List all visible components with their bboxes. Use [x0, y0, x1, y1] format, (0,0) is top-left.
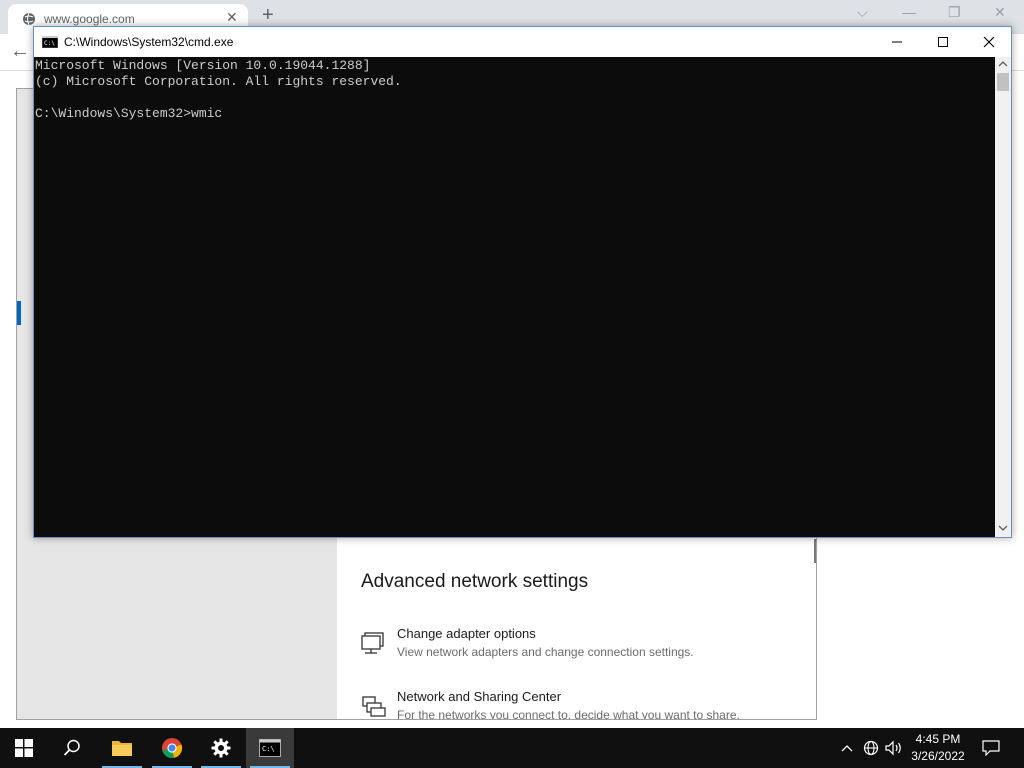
option-description: View network adapters and change connect…: [397, 645, 694, 659]
taskbar: C:\ 4:45 PM 3/26/2022: [0, 728, 1024, 768]
scroll-thumb[interactable]: [997, 73, 1009, 91]
option-description: For the networks you connect to, decide …: [397, 708, 740, 720]
globe-network-icon: [863, 740, 879, 756]
taskbar-chrome[interactable]: [148, 728, 196, 768]
scroll-up-arrow-icon[interactable]: [998, 59, 1008, 69]
console-line: Microsoft Windows [Version 10.0.19044.12…: [35, 58, 371, 73]
scroll-down-arrow-icon[interactable]: [998, 523, 1008, 533]
action-center-button[interactable]: [982, 738, 1000, 758]
clock-date: 3/26/2022: [911, 749, 965, 763]
taskbar-search-button[interactable]: [48, 728, 96, 768]
network-sharing-center-link[interactable]: Network and Sharing Center For the netwo…: [361, 689, 801, 720]
search-icon: [63, 739, 80, 756]
windows-logo-icon: [15, 739, 33, 757]
cmd-maximize-button[interactable]: [920, 27, 966, 57]
console-prompt-line: C:\Windows\System32>wmic: [35, 106, 223, 121]
cmd-minimize-button[interactable]: [874, 27, 920, 57]
browser-close-button[interactable]: ✕: [994, 4, 1006, 21]
tab-search-dropdown-icon[interactable]: ⌵: [857, 4, 868, 21]
console-output[interactable]: Microsoft Windows [Version 10.0.19044.12…: [34, 57, 995, 537]
minimize-icon: [892, 41, 902, 43]
cmd-close-button[interactable]: [966, 27, 1012, 57]
chrome-icon: [162, 738, 183, 759]
taskbar-settings[interactable]: [197, 728, 245, 768]
back-arrow-icon[interactable]: ←: [10, 40, 30, 63]
clock-time: 4:45 PM: [915, 732, 961, 746]
network-tray-button[interactable]: [862, 738, 880, 758]
new-tab-button[interactable]: +: [262, 4, 274, 27]
cmd-app-icon: C:\: [42, 36, 58, 48]
notification-icon: [982, 740, 1000, 756]
settings-gear-icon: [211, 738, 231, 758]
cmd-scrollbar[interactable]: [995, 57, 1011, 537]
browser-restore-button[interactable]: ❐: [948, 4, 961, 21]
tab-close-icon[interactable]: ✕: [226, 9, 238, 26]
change-adapter-options-link[interactable]: Change adapter options View network adap…: [361, 626, 801, 670]
maximize-icon: [938, 37, 948, 47]
option-title: Network and Sharing Center: [397, 689, 562, 704]
settings-scrollbar[interactable]: [814, 539, 816, 563]
option-title: Change adapter options: [397, 626, 536, 641]
section-title: Advanced network settings: [361, 571, 589, 592]
globe-icon: [23, 12, 35, 26]
start-button[interactable]: [0, 728, 48, 768]
nav-selection-indicator: [17, 301, 21, 325]
cmd-title-bar[interactable]: C:\ C:\Windows\System32\cmd.exe: [34, 27, 1011, 57]
browser-minimize-button[interactable]: —: [902, 4, 916, 20]
console-line: (c) Microsoft Corporation. All rights re…: [35, 74, 402, 89]
show-hidden-icons-button[interactable]: [838, 738, 856, 758]
svg-text:C:\: C:\: [44, 40, 55, 47]
cmd-window-title: C:\Windows\System32\cmd.exe: [64, 35, 234, 49]
taskbar-cmd[interactable]: C:\: [246, 728, 294, 768]
chevron-up-icon: [841, 745, 853, 752]
taskbar-clock[interactable]: 4:45 PM 3/26/2022: [900, 731, 976, 765]
cmd-icon: C:\: [259, 739, 281, 757]
svg-text:C:\: C:\: [262, 745, 275, 753]
tab-title: www.google.com: [44, 12, 135, 26]
file-explorer-icon: [112, 741, 132, 756]
cmd-window: C:\ C:\Windows\System32\cmd.exe Microsof…: [33, 26, 1012, 538]
monitor-network-icon: [361, 632, 384, 654]
printer-network-icon: [362, 696, 386, 717]
close-icon: [983, 36, 995, 48]
taskbar-file-explorer[interactable]: [98, 728, 146, 768]
